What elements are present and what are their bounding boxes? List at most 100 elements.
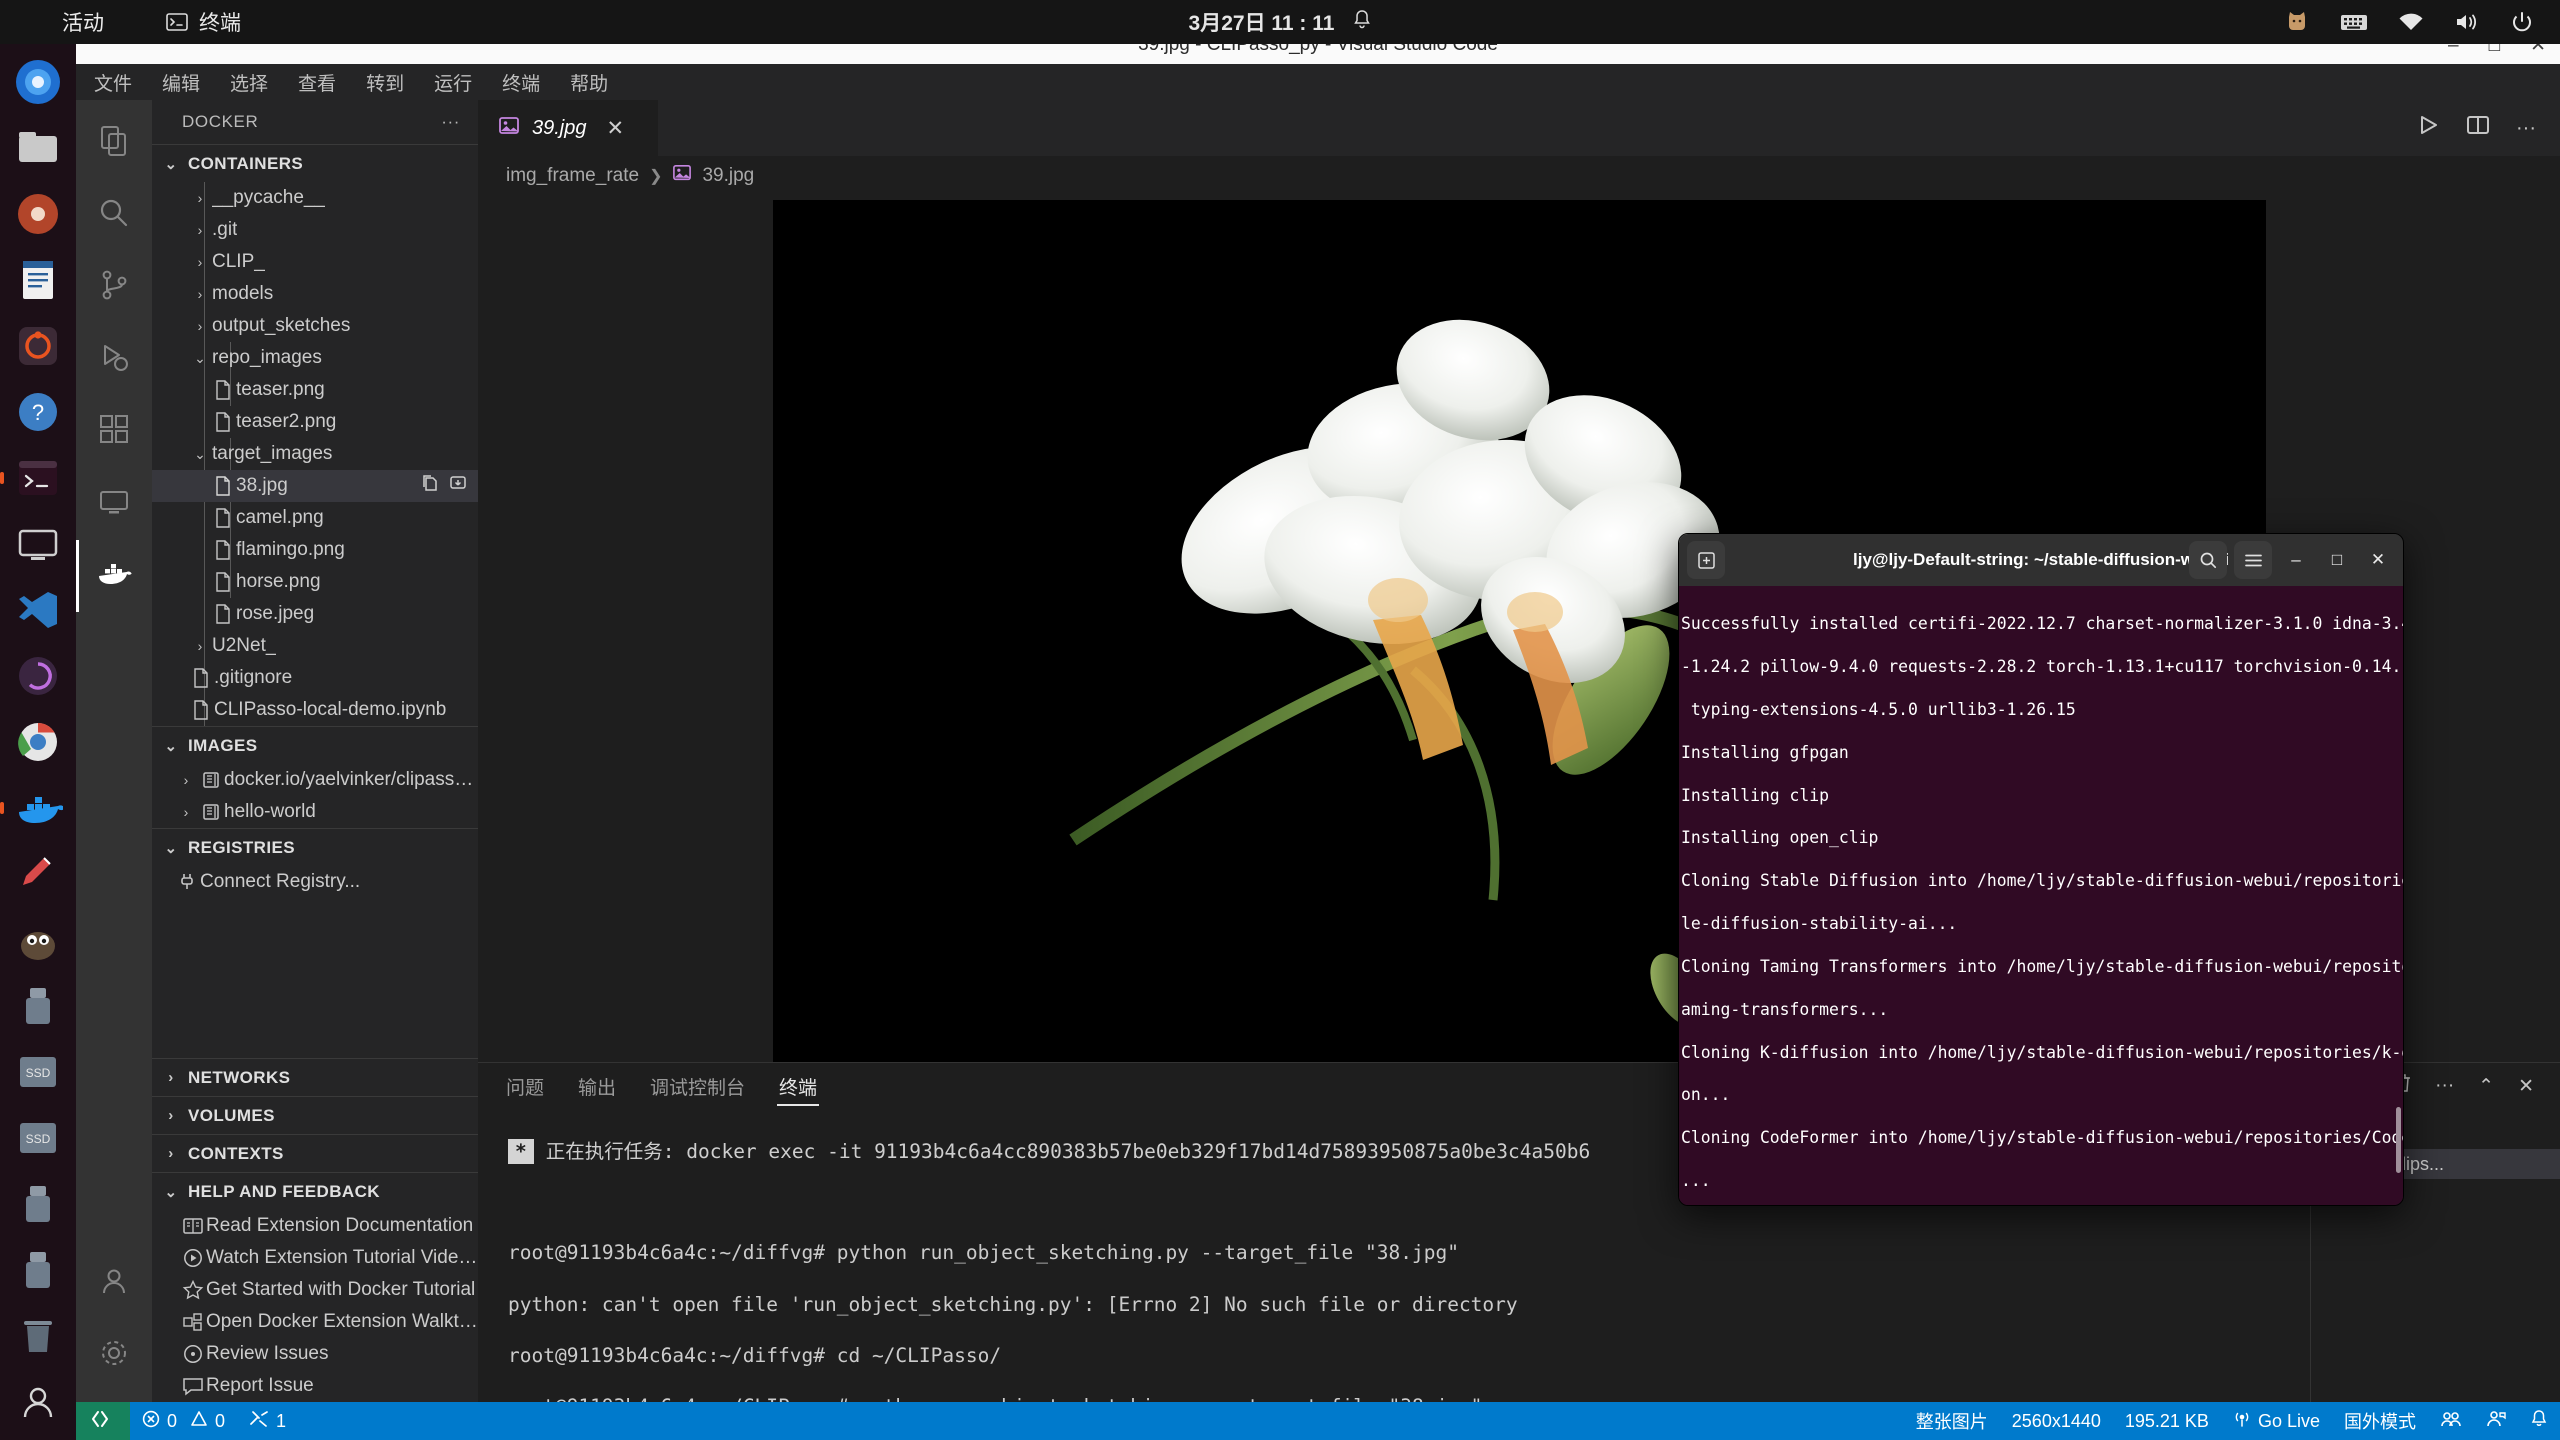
tree-row[interactable]: ⌄ repo_images	[152, 342, 478, 374]
help-item-watch-videos[interactable]: Watch Extension Tutorial Videos	[152, 1242, 478, 1274]
panel-tab-output[interactable]: 输出	[576, 1067, 618, 1106]
help-item-read-docs[interactable]: Read Extension Documentation	[152, 1210, 478, 1242]
menu-selection[interactable]: 选择	[226, 67, 272, 98]
sidebar-section-containers[interactable]: ⌄ CONTAINERS	[152, 144, 478, 182]
statusbar-ports[interactable]: 1	[237, 1402, 298, 1440]
statusbar-feedback[interactable]	[2474, 1402, 2518, 1440]
statusbar-image-mode[interactable]: 整张图片	[1904, 1402, 2000, 1440]
help-item-review-issues[interactable]: Review Issues	[152, 1338, 478, 1370]
breadcrumb-file[interactable]: 39.jpg	[702, 165, 754, 187]
tab-39jpg[interactable]: 39.jpg ✕	[478, 100, 658, 156]
tree-row[interactable]: flamingo.png	[152, 534, 478, 566]
dock-item-gimp[interactable]	[10, 912, 66, 968]
dock-item-user[interactable]	[10, 1374, 66, 1430]
split-editor-icon[interactable]	[2466, 113, 2490, 143]
editor-actions[interactable]: ···	[2416, 100, 2560, 156]
tree-row[interactable]: .gitignore	[152, 662, 478, 694]
statusbar-live-share[interactable]	[2428, 1402, 2474, 1440]
menu-view[interactable]: 查看	[294, 67, 340, 98]
gterm-maximize-button[interactable]: □	[2320, 543, 2354, 577]
run-icon[interactable]	[2416, 113, 2440, 143]
new-tab-icon[interactable]	[1687, 541, 1725, 579]
statusbar-remote-indicator[interactable]	[76, 1402, 130, 1440]
statusbar-dimensions[interactable]: 2560x1440	[2000, 1402, 2113, 1440]
menu-go[interactable]: 转到	[362, 67, 408, 98]
breadcrumb-folder[interactable]: img_frame_rate	[506, 165, 639, 187]
tree-row-selected[interactable]: 38.jpg	[152, 470, 478, 502]
statusbar-problems[interactable]: 0 0	[130, 1402, 237, 1440]
help-item-walkthrough[interactable]: Open Docker Extension Walkthro...	[152, 1306, 478, 1338]
tree-row[interactable]: › CLIP_	[152, 246, 478, 278]
statusbar-notifications[interactable]	[2518, 1402, 2560, 1440]
activitybar-search[interactable]	[76, 180, 152, 252]
sidebar-section-registries[interactable]: ⌄ REGISTRIES	[152, 828, 478, 866]
dock-item-files[interactable]	[10, 120, 66, 176]
dock-item-help[interactable]: ?	[10, 384, 66, 440]
statusbar-ime-mode[interactable]: 国外模式	[2332, 1402, 2428, 1440]
dock-item-remote-desktop[interactable]	[10, 516, 66, 572]
panel-tab-problems[interactable]: 问题	[504, 1067, 546, 1106]
tree-row[interactable]: Connect Registry...	[152, 866, 478, 898]
gnome-terminal-titlebar[interactable]: ljy@ljy-Default-string: ~/stable-diffusi…	[1679, 534, 2403, 586]
gterm-scrollbar[interactable]	[2396, 1107, 2401, 1173]
dock-item-chrome[interactable]	[10, 714, 66, 770]
sidebar-section-images[interactable]: ⌄ IMAGES	[152, 726, 478, 764]
dock-item-editor[interactable]	[10, 846, 66, 902]
tree-row[interactable]: CLIPasso-local-demo.ipynb	[152, 694, 478, 726]
dock-item-usb-drive[interactable]	[10, 978, 66, 1034]
menu-file[interactable]: 文件	[90, 67, 136, 98]
activitybar-explorer[interactable]	[76, 108, 152, 180]
activities-button[interactable]: 活动	[62, 7, 104, 37]
close-icon[interactable]: ✕	[2518, 1075, 2534, 1098]
gterm-close-button[interactable]: ✕	[2361, 543, 2395, 577]
activitybar-accounts[interactable]	[76, 1248, 152, 1320]
system-tray[interactable]	[2284, 9, 2534, 35]
dock-item-terminal[interactable]	[10, 450, 66, 506]
gnome-terminal-window-controls[interactable]: – □ ✕	[2189, 541, 2395, 579]
tree-row[interactable]: › output_sketches	[152, 310, 478, 342]
dock-item-drive-4[interactable]	[10, 1242, 66, 1298]
activitybar-extensions[interactable]	[76, 396, 152, 468]
more-actions-icon[interactable]: ···	[441, 112, 460, 132]
dock-item-spiral-app[interactable]	[10, 648, 66, 704]
tree-row[interactable]: rose.jpeg	[152, 598, 478, 630]
more-icon[interactable]: ···	[2435, 1075, 2454, 1097]
sidebar-section-volumes[interactable]: › VOLUMES	[152, 1096, 478, 1134]
tree-row[interactable]: › hello-world	[152, 796, 478, 828]
dock-item-firefox[interactable]	[10, 54, 66, 110]
chevron-up-icon[interactable]: ⌃	[2478, 1075, 2494, 1098]
tree-row[interactable]: teaser2.png	[152, 406, 478, 438]
dock-item-rhythmbox[interactable]	[10, 186, 66, 242]
clock[interactable]: 3月27日 11 : 11	[1189, 7, 1372, 37]
panel-tab-terminal[interactable]: 终端	[777, 1067, 819, 1106]
hamburger-icon[interactable]	[2234, 541, 2272, 579]
dock-item-docker[interactable]	[10, 780, 66, 836]
menubar[interactable]: 文件 编辑 选择 查看 转到 运行 终端 帮助	[76, 64, 2560, 100]
tree-row[interactable]: teaser.png	[152, 374, 478, 406]
sidebar-section-networks[interactable]: › NETWORKS	[152, 1058, 478, 1096]
help-item-get-started[interactable]: Get Started with Docker Tutorial	[152, 1274, 478, 1306]
dock-item-drive-3[interactable]	[10, 1176, 66, 1232]
tab-close-icon[interactable]: ✕	[607, 116, 625, 141]
open-in-container-icon[interactable]	[448, 473, 468, 499]
activitybar-source-control[interactable]	[76, 252, 152, 324]
search-icon[interactable]	[2189, 541, 2227, 579]
dock-item-ssd-2[interactable]: SSD	[10, 1110, 66, 1166]
sidebar-section-contexts[interactable]: › CONTEXTS	[152, 1134, 478, 1172]
tree-row[interactable]: › docker.io/yaelvinker/clipasso_...	[152, 764, 478, 796]
dock-item-trash[interactable]	[10, 1308, 66, 1364]
tree-row[interactable]: camel.png	[152, 502, 478, 534]
activitybar-remote-explorer[interactable]	[76, 468, 152, 540]
dock-item-libreoffice-writer[interactable]	[10, 252, 66, 308]
tree-row[interactable]: horse.png	[152, 566, 478, 598]
dock-item-ssd-1[interactable]: SSD	[10, 1044, 66, 1100]
menu-terminal[interactable]: 终端	[498, 67, 544, 98]
sidebar-section-help[interactable]: ⌄ HELP AND FEEDBACK	[152, 1172, 478, 1210]
tree-row[interactable]: › models	[152, 278, 478, 310]
tree-row[interactable]: › U2Net_	[152, 630, 478, 662]
copy-icon[interactable]	[420, 473, 440, 499]
dock-item-ubuntu-software[interactable]	[10, 318, 66, 374]
help-item-report-issue[interactable]: Report Issue	[152, 1370, 478, 1402]
statusbar-go-live[interactable]: Go Live	[2221, 1402, 2332, 1440]
menu-edit[interactable]: 编辑	[158, 67, 204, 98]
